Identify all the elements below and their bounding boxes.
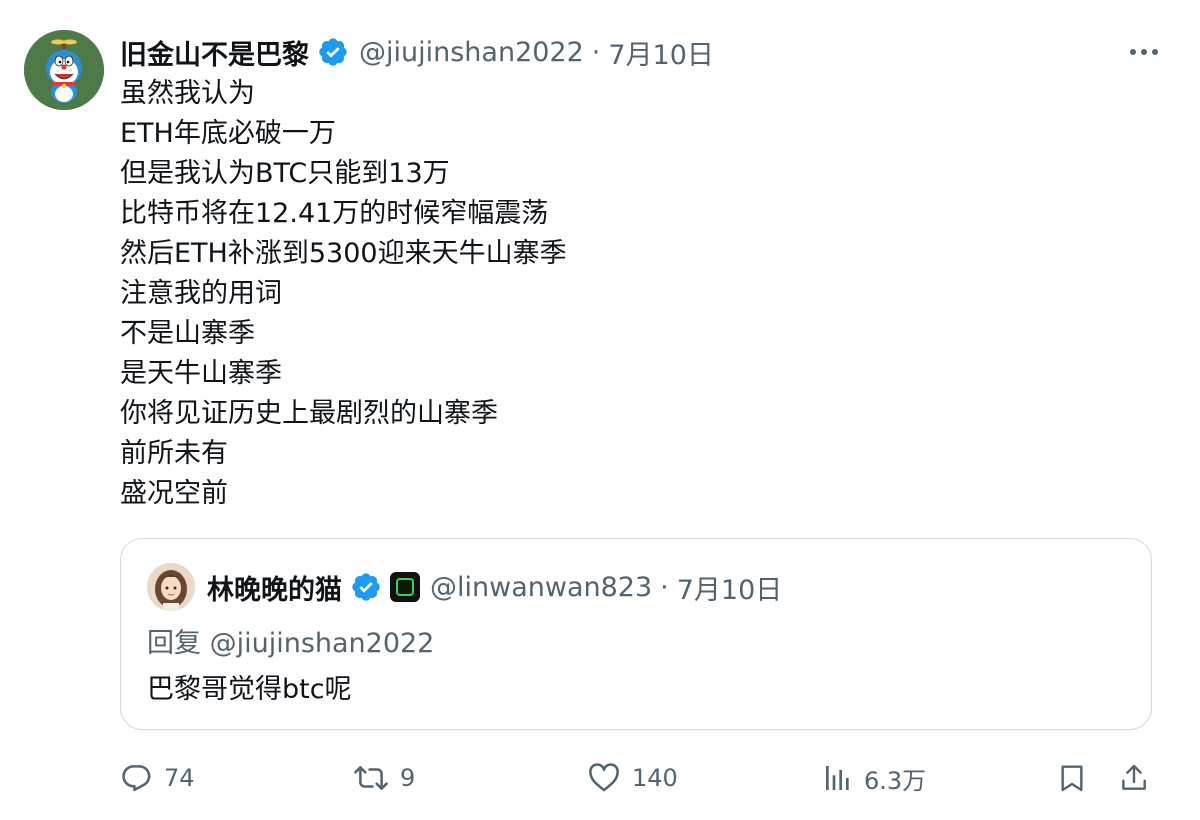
views-button[interactable]: 6.3万 <box>822 756 926 800</box>
tweet-text-line: 不是山寨季 <box>120 318 255 349</box>
separator-dot: · <box>660 571 669 603</box>
quoted-author-handle[interactable]: @linwanwan823 <box>430 572 652 603</box>
tweet-text-line: 然后ETH补涨到5300迎来天牛山寨季 <box>120 238 567 269</box>
author-handle[interactable]: @jiujinshan2022 <box>359 37 584 68</box>
more-dots-icon <box>1130 49 1158 55</box>
tweet-text-line: 你将见证历史上最剧烈的山寨季 <box>120 398 498 429</box>
tweet: 旧金山不是巴黎 @jiujinshan2022 · 7月10日 虽然我认为 ET… <box>0 0 1200 820</box>
view-count: 6.3万 <box>864 766 927 795</box>
tweet-action-bar: 74 9 140 6.3万 <box>120 756 1160 800</box>
reply-to-label: 回复 @jiujinshan2022 <box>147 628 435 659</box>
reply-icon <box>122 765 151 792</box>
retweet-icon <box>354 766 388 790</box>
tweet-text-line: 虽然我认为 <box>120 78 255 109</box>
tweet-text-line: 注意我的用词 <box>120 278 282 309</box>
quoted-author-display-name[interactable]: 林晚晚的猫 <box>207 568 342 607</box>
retweet-button[interactable]: 9 <box>352 756 415 800</box>
tweet-text-line: 前所未有 <box>120 438 228 469</box>
author-display-name[interactable]: 旧金山不是巴黎 <box>120 33 309 72</box>
tweet-header: 旧金山不是巴黎 @jiujinshan2022 · 7月10日 <box>120 28 714 76</box>
share-icon <box>1122 764 1146 790</box>
tweet-date[interactable]: 7月10日 <box>608 33 714 72</box>
separator-dot: · <box>591 36 601 68</box>
tweet-text-line: 比特币将在12.41万的时候窄幅震荡 <box>120 198 549 229</box>
author-avatar[interactable] <box>24 30 104 110</box>
reply-button[interactable]: 74 <box>120 756 195 800</box>
quoted-tweet-header: 林晚晚的猫 @linwanwan823 · 7月10日 <box>147 561 782 613</box>
quoted-tweet-card[interactable]: 林晚晚的猫 @linwanwan823 · 7月10日 回复 @jiujinsh… <box>120 538 1152 730</box>
reply-count: 74 <box>164 764 195 792</box>
like-count: 140 <box>632 764 678 792</box>
tweet-text-line: 盛况空前 <box>120 478 228 509</box>
four-badge-icon <box>390 572 420 602</box>
verified-badge-icon <box>352 573 380 601</box>
doraemon-avatar-icon <box>24 30 104 110</box>
tweet-text-line: 但是我认为BTC只能到13万 <box>120 158 450 189</box>
bookmark-button[interactable] <box>1056 756 1088 800</box>
tweet-text-line: ETH年底必破一万 <box>120 118 336 149</box>
bookmark-icon <box>1061 765 1083 792</box>
tweet-text-line: 是天牛山寨季 <box>120 358 282 389</box>
verified-badge-icon <box>319 38 347 66</box>
quoted-tweet-text: 巴黎哥觉得btc呢 <box>147 674 352 705</box>
quoted-tweet-date[interactable]: 7月10日 <box>677 568 783 607</box>
quoted-author-avatar[interactable] <box>147 563 195 611</box>
like-button[interactable]: 140 <box>586 756 678 800</box>
views-icon <box>826 766 849 790</box>
heart-icon <box>589 763 619 792</box>
retweet-count: 9 <box>400 764 416 792</box>
tweet-text: 虽然我认为 ETH年底必破一万 但是我认为BTC只能到13万 比特币将在12.4… <box>120 74 1120 514</box>
more-options-button[interactable] <box>1126 38 1162 66</box>
portrait-avatar-icon <box>147 563 195 611</box>
share-button[interactable] <box>1118 756 1150 800</box>
